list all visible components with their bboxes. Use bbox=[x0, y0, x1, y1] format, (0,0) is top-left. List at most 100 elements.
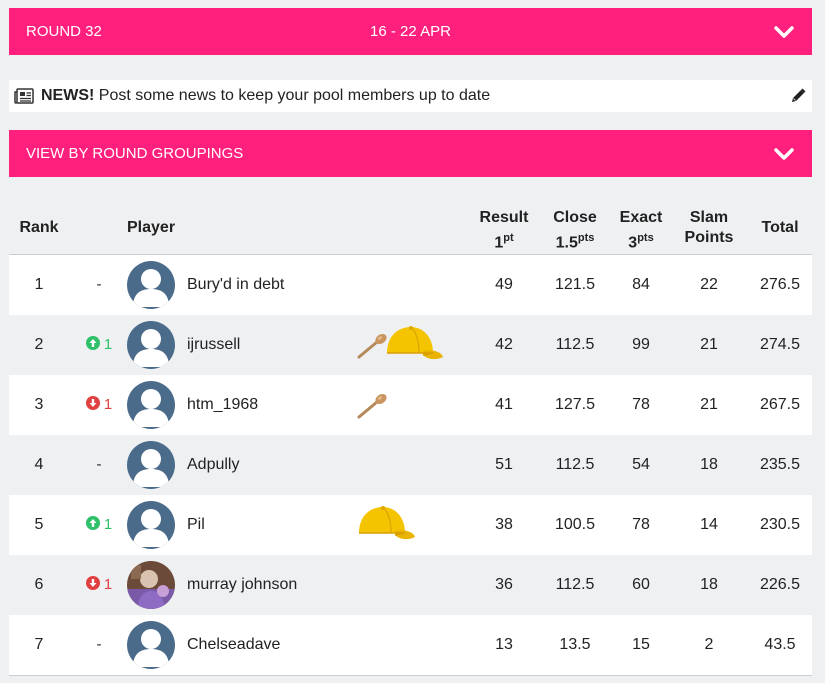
avatar[interactable] bbox=[127, 321, 175, 369]
rank-cell: 2 bbox=[34, 336, 44, 353]
award-icons wooden-spoon-icon yellow-cap-icon bbox=[357, 326, 443, 360]
rank-change-cell: 1 bbox=[74, 336, 124, 353]
avatar[interactable] bbox=[127, 621, 175, 669]
exact-points: 54 bbox=[632, 456, 650, 473]
slam-points: 18 bbox=[700, 576, 718, 593]
rank-cell: 6 bbox=[34, 576, 44, 593]
total-points: 276.5 bbox=[759, 276, 801, 293]
result-points: 13 bbox=[495, 636, 513, 653]
player-name[interactable]: htm_1968 bbox=[187, 396, 258, 414]
table-row[interactable]: 5 1 Pil 38 100.5 78 14 230.5 bbox=[9, 495, 812, 555]
header-close[interactable]: Close 1.5pts bbox=[549, 208, 601, 253]
total-points: 235.5 bbox=[759, 456, 801, 473]
table-row[interactable]: 6 1 murray johnson 36 112.5 60 18 226.5 bbox=[9, 555, 812, 615]
total-points: 230.5 bbox=[759, 516, 801, 533]
arrow-up-circle-icon bbox=[85, 336, 100, 350]
slam-points: 21 bbox=[700, 396, 718, 413]
header-exact-line1: Exact bbox=[619, 209, 663, 226]
header-slam-line2: Points bbox=[684, 229, 734, 246]
pencil-icon[interactable] bbox=[790, 88, 806, 104]
news-bar: NEWS! Post some news to keep your pool m… bbox=[9, 80, 812, 112]
rank-change: - bbox=[96, 456, 102, 473]
rank-change-cell: - bbox=[74, 636, 124, 653]
table-row[interactable]: 3 1 htm_1968 41 127.5 78 21 267.5 bbox=[9, 375, 812, 435]
award-icons yellow-cap-icon bbox=[359, 506, 415, 540]
avatar[interactable] bbox=[127, 501, 175, 549]
avatar[interactable] bbox=[127, 561, 175, 609]
header-result[interactable]: Result 1pt bbox=[479, 208, 529, 253]
exact-points: 99 bbox=[632, 336, 650, 353]
rank-change: 1 bbox=[85, 576, 112, 593]
rank-cell: 1 bbox=[34, 276, 44, 293]
chevron-down-icon[interactable] bbox=[773, 22, 795, 42]
total-points: 274.5 bbox=[759, 336, 801, 353]
table-row[interactable]: 4 - Adpully 51 112.5 54 18 235.5 bbox=[9, 435, 812, 495]
result-points: 49 bbox=[495, 276, 513, 293]
rank-cell: 4 bbox=[34, 456, 44, 473]
rank-change: 1 bbox=[85, 336, 112, 353]
slam-points: 14 bbox=[700, 516, 718, 533]
round-header-bar[interactable]: ROUND 32 16 - 22 APR bbox=[9, 8, 812, 55]
result-points: 42 bbox=[495, 336, 513, 353]
rank-change-cell: - bbox=[74, 456, 124, 473]
rank-cell: 5 bbox=[34, 516, 44, 533]
close-points: 13.5 bbox=[559, 636, 591, 653]
arrow-up-circle-icon bbox=[85, 516, 100, 530]
exact-points: 60 bbox=[632, 576, 650, 593]
close-points: 112.5 bbox=[555, 576, 595, 593]
header-total[interactable]: Total bbox=[749, 218, 811, 238]
table-row[interactable]: 2 1 ijrussell 42 112.5 99 21 274.5 bbox=[9, 315, 812, 375]
player-name[interactable]: Bury'd in debt bbox=[187, 276, 284, 294]
rank-change-cell: 1 bbox=[74, 576, 124, 593]
round-dates: 16 - 22 APR bbox=[370, 23, 451, 40]
header-rank[interactable]: Rank bbox=[9, 218, 69, 238]
rank-change: 1 bbox=[85, 396, 112, 413]
player-name[interactable]: Adpully bbox=[187, 456, 239, 474]
header-result-line2: 1pt bbox=[494, 232, 514, 252]
header-slam-line1: Slam bbox=[689, 209, 729, 226]
close-points: 112.5 bbox=[555, 456, 595, 473]
rank-change-cell: 1 bbox=[74, 516, 124, 533]
rank-change: - bbox=[96, 636, 102, 653]
rank-change: 1 bbox=[85, 516, 112, 533]
close-points: 121.5 bbox=[554, 276, 596, 293]
news-message: NEWS! Post some news to keep your pool m… bbox=[41, 87, 490, 105]
close-points: 127.5 bbox=[554, 396, 596, 413]
player-name[interactable]: Chelseadave bbox=[187, 636, 280, 654]
exact-points: 78 bbox=[632, 396, 650, 413]
total-points: 226.5 bbox=[759, 576, 801, 593]
player-name[interactable]: murray johnson bbox=[187, 576, 297, 594]
rank-change-cell: 1 bbox=[74, 396, 124, 413]
result-points: 36 bbox=[495, 576, 513, 593]
exact-points: 15 bbox=[632, 636, 650, 653]
rank-change: - bbox=[96, 276, 102, 293]
exact-points: 78 bbox=[632, 516, 650, 533]
header-player[interactable]: Player bbox=[127, 218, 175, 238]
total-points: 267.5 bbox=[759, 396, 801, 413]
award-icons wooden-spoon-icon bbox=[357, 393, 387, 419]
news-text: Post some news to keep your pool members… bbox=[94, 87, 491, 104]
avatar[interactable] bbox=[127, 381, 175, 429]
avatar[interactable] bbox=[127, 441, 175, 489]
avatar[interactable] bbox=[127, 261, 175, 309]
header-close-line2: 1.5pts bbox=[555, 232, 595, 252]
news-label: NEWS! bbox=[41, 87, 95, 104]
chevron-down-icon[interactable] bbox=[773, 144, 795, 164]
table-bottom-border bbox=[9, 675, 812, 676]
table-row[interactable]: 1 - Bury'd in debt 49 121.5 84 22 276.5 bbox=[9, 255, 812, 315]
header-exact[interactable]: Exact 3pts bbox=[617, 208, 665, 253]
leaderboard-body: 1- Bury'd in debt 49 121.5 84 22 276.5 2 1 ijruss… bbox=[9, 255, 812, 675]
table-row[interactable]: 7 - Chelseadave 13 13.5 15 2 43.5 bbox=[9, 615, 812, 675]
exact-points: 84 bbox=[632, 276, 650, 293]
header-exact-line2: 3pts bbox=[628, 232, 654, 252]
slam-points: 18 bbox=[700, 456, 718, 473]
slam-points: 21 bbox=[700, 336, 718, 353]
player-name[interactable]: Pil bbox=[187, 516, 205, 534]
rank-cell: 3 bbox=[34, 396, 44, 413]
header-close-line1: Close bbox=[553, 209, 597, 226]
player-name[interactable]: ijrussell bbox=[187, 336, 240, 354]
total-points: 43.5 bbox=[764, 636, 796, 653]
rank-cell: 7 bbox=[34, 636, 44, 653]
header-slam[interactable]: Slam Points bbox=[682, 208, 736, 248]
round-groupings-bar[interactable]: VIEW BY ROUND GROUPINGS bbox=[9, 130, 812, 177]
